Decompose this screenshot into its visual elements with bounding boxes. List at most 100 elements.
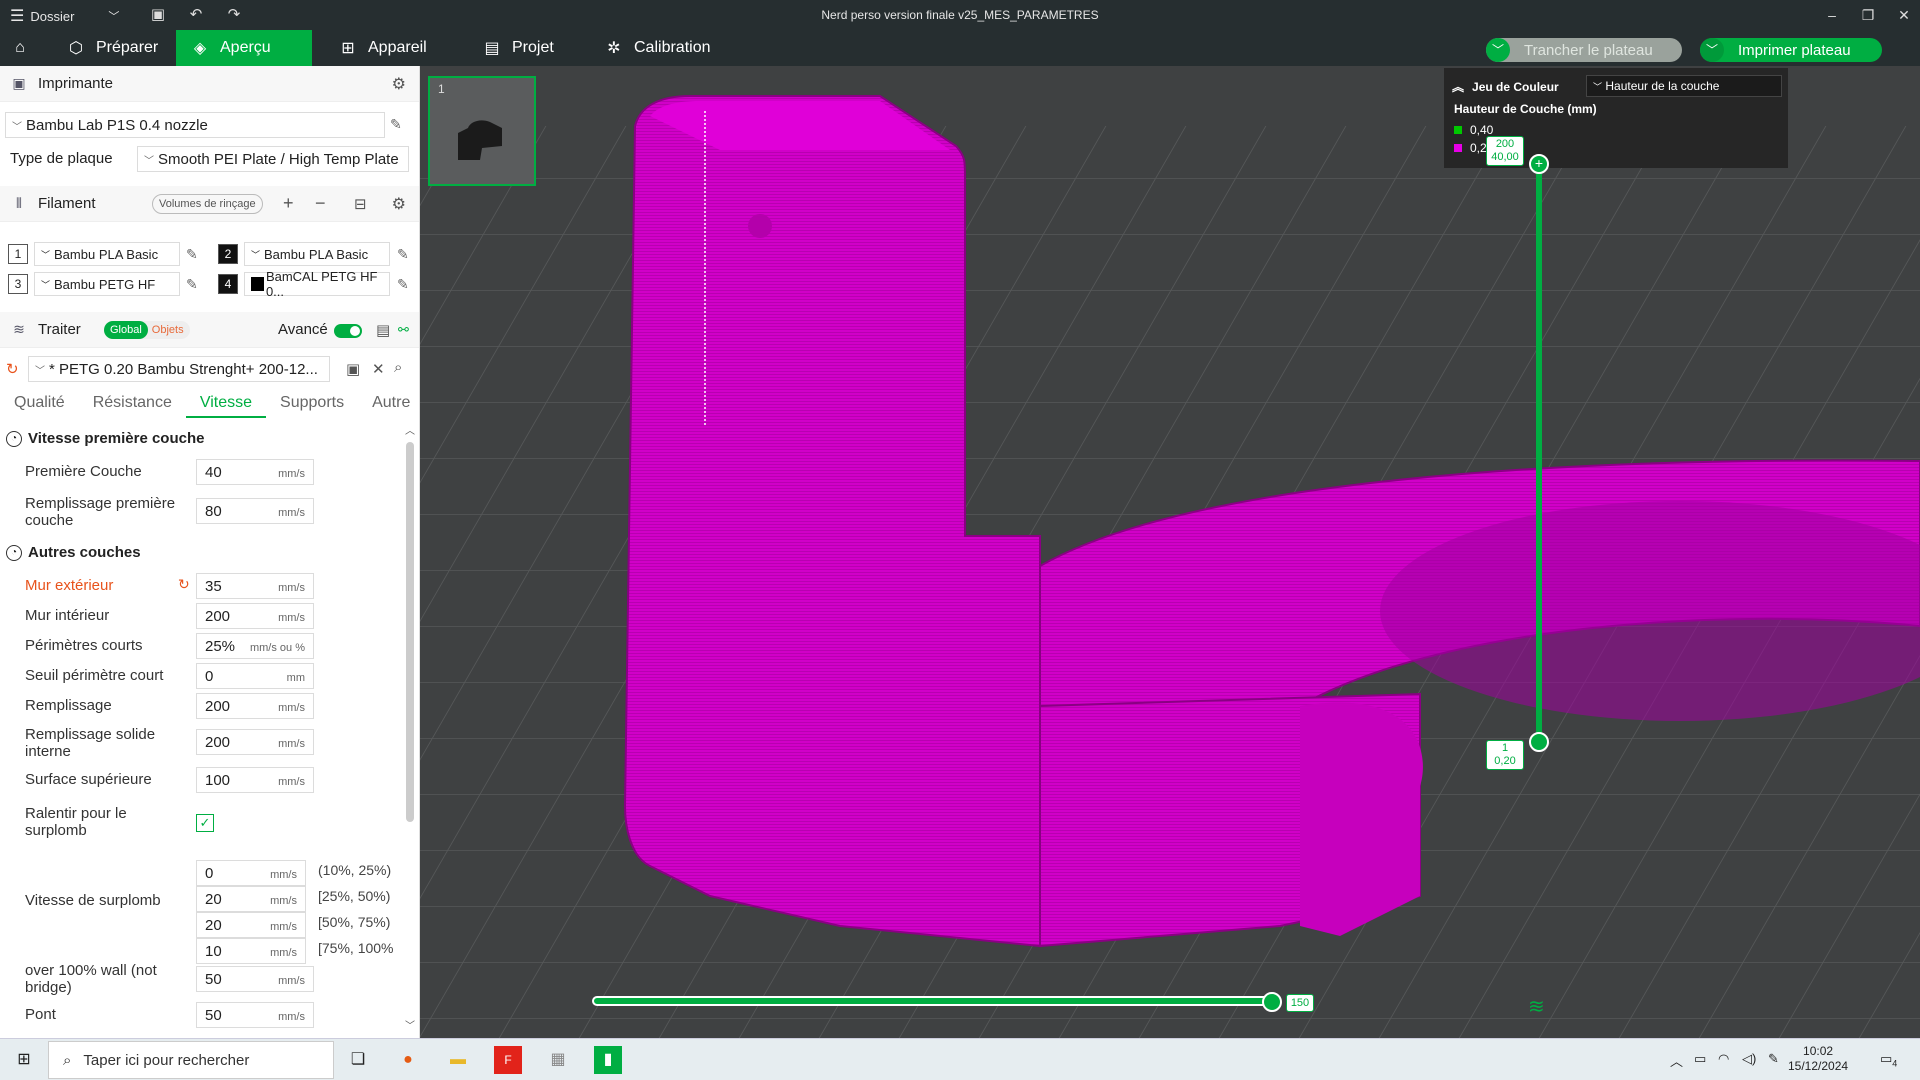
wifi-icon[interactable]: ◠ [1718,1051,1729,1067]
filament-slot-4-select[interactable]: BamCAL PETG HF 0... [244,269,390,299]
print-plate-button[interactable]: ﹀ Imprimer plateau [1700,38,1882,62]
remove-icon[interactable]: − [315,193,326,214]
infill-speed-input[interactable]: 200 mm/s [196,693,314,719]
edit-icon[interactable]: ✎ [397,276,409,293]
windows-start-icon[interactable]: ⊞ [10,1046,38,1074]
scrollbar-thumb[interactable] [406,442,414,822]
plate-type-select[interactable]: ﹀ Smooth PEI Plate / High Temp Plate [137,146,409,172]
app-icon[interactable]: ▦ [544,1046,572,1074]
close-icon[interactable]: ✕ [372,360,385,378]
legend-header[interactable]: ︽ Jeu de Couleur [1452,78,1559,95]
process-profile-select[interactable]: ﹀ * PETG 0.20 Bambu Strenght+ 200-12... [28,356,330,382]
edit-icon[interactable]: ✎ [186,276,198,293]
edit-icon[interactable]: ✎ [397,246,409,263]
close-button[interactable]: ✕ [1892,4,1916,26]
tab-project[interactable]: ▤ Projet [468,30,584,66]
pen-icon[interactable]: ✎ [1768,1051,1779,1067]
filament-slot-1-select[interactable]: ﹀ Bambu PLA Basic [34,242,180,266]
compare-icon[interactable]: ▤ [376,321,390,339]
overhang-speed-input-2[interactable]: 20 mm/s [196,886,306,912]
notifications-icon[interactable]: ▭4 [1880,1051,1897,1069]
advanced-toggle[interactable] [334,324,362,338]
foxit-pdf-icon[interactable]: F [494,1046,522,1074]
edit-icon[interactable]: ✎ [390,116,402,133]
vertical-layer-slider-bottom-handle[interactable] [1529,732,1549,752]
tab-device[interactable]: ⊞ Appareil [324,30,454,66]
vertical-layer-slider-top-handle[interactable]: + [1529,154,1549,174]
chevron-down-icon[interactable]: ﹀ [1486,38,1510,62]
battery-icon[interactable]: ▭ [1694,1051,1706,1067]
gear-icon[interactable]: ⚙ [392,194,406,214]
tab-speed[interactable]: Vitesse [185,388,267,418]
sync-ams-icon[interactable]: ⊟ [354,195,367,213]
slow-down-overhang-checkbox[interactable]: ✓ [196,814,214,832]
reset-icon[interactable]: ↻ [178,576,190,593]
edit-icon[interactable]: ✎ [186,246,198,263]
volume-icon[interactable]: ◁) [1742,1051,1756,1067]
bridge-speed-input[interactable]: 50 mm/s [196,1002,314,1028]
first-layer-speed-group: ◔ Vitesse première couche [6,430,204,447]
bambu-studio-icon[interactable]: ▮ [594,1046,622,1074]
task-view-icon[interactable]: ❏ [344,1046,372,1074]
printer-section-header: ▣ Imprimante ⚙ [0,66,419,102]
color-scheme-select[interactable]: ﹀ Hauteur de la couche [1586,75,1782,97]
scroll-up-icon[interactable]: ︿ [405,422,415,437]
overhang-speed-input-1[interactable]: 0 mm/s [196,860,306,886]
gear-icon[interactable]: ⚙ [392,74,406,94]
reset-icon[interactable]: ↻ [6,360,19,378]
3d-preview-viewport[interactable]: 1 ︽ Jeu de Couleur ﹀ Hauteur de la couch… [420,66,1920,1038]
global-option[interactable]: Global [104,321,148,339]
collapse-icon[interactable]: ︽ [1452,78,1464,95]
outer-wall-speed-input[interactable]: 35 mm/s [196,573,314,599]
tab-prepare[interactable]: ⬡ Préparer [52,30,176,66]
tab-strength[interactable]: Résistance [79,388,186,418]
scroll-down-icon[interactable]: ﹀ [405,1017,415,1032]
file-explorer-icon[interactable]: ▬ [444,1046,472,1074]
home-button[interactable]: ⌂ [0,30,40,66]
slice-plate-button[interactable]: ﹀ Trancher le plateau [1486,38,1682,62]
flush-volumes-button[interactable]: Volumes de rinçage [152,194,263,214]
input-value: 20 [205,890,222,908]
inner-wall-speed-input[interactable]: 200 mm/s [196,603,314,629]
first-layer-infill-speed-input[interactable]: 80 mm/s [196,498,314,524]
add-icon[interactable]: + [283,193,294,214]
search-icon[interactable]: ⌕ [394,359,402,376]
small-perimeter-speed-input[interactable]: 25% mm/s ou % [196,633,314,659]
tab-other[interactable]: Autre [358,388,419,418]
tab-prepare-label: Préparer [96,39,159,56]
chevron-down-icon[interactable]: ﹀ [1700,38,1724,62]
advanced-label: Avancé [278,321,328,338]
printer-select[interactable]: ﹀ Bambu Lab P1S 0.4 nozzle [5,112,385,138]
overhang-speed-input-4[interactable]: 10 mm/s [196,938,306,964]
search-settings-icon[interactable]: ⚯ [398,322,409,338]
filament-slot-2-select[interactable]: ﹀ Bambu PLA Basic [244,242,390,266]
horizontal-move-slider-handle[interactable] [1262,992,1282,1012]
objects-option[interactable]: Objets [148,321,190,339]
unit-label: mm/s [278,582,305,594]
tab-supports[interactable]: Supports [266,388,358,418]
maximize-button[interactable]: ❐ [1856,4,1880,26]
taskbar-clock[interactable]: 10:02 15/12/2024 [1788,1044,1848,1074]
top-surface-speed-input[interactable]: 100 mm/s [196,767,314,793]
minimize-button[interactable]: – [1820,4,1844,26]
over-100-wall-speed-input[interactable]: 50 mm/s [196,966,314,992]
tab-quality[interactable]: Qualité [0,388,79,418]
settings-scrollbar[interactable]: ︿ ﹀ [404,422,416,1032]
filament-slot-3-select[interactable]: ﹀ Bambu PETG HF [34,272,180,296]
vertical-layer-slider-track[interactable] [1536,162,1542,742]
tab-preview[interactable]: ◈ Aperçu [176,30,312,66]
taskbar-search[interactable]: ⌕ Taper ici pour rechercher [48,1041,334,1079]
global-objects-toggle[interactable]: Global Objets [104,321,190,339]
first-layer-speed-input[interactable]: 40 mm/s [196,459,314,485]
firefox-icon[interactable]: ● [394,1046,422,1074]
layers-icon[interactable]: ≋ [1528,994,1545,1019]
tab-calibration[interactable]: ✲ Calibration [590,30,730,66]
model-hole [748,214,772,238]
small-perimeter-threshold-input[interactable]: 0 mm [196,663,314,689]
horizontal-move-slider-track[interactable] [592,996,1272,1006]
internal-solid-infill-speed-input[interactable]: 200 mm/s [196,729,314,755]
plate-thumbnail[interactable]: 1 [428,76,536,186]
overhang-speed-input-3[interactable]: 20 mm/s [196,912,306,938]
tray-chevron-icon[interactable]: ︿ [1670,1051,1683,1070]
save-icon[interactable]: ▣ [346,360,360,378]
